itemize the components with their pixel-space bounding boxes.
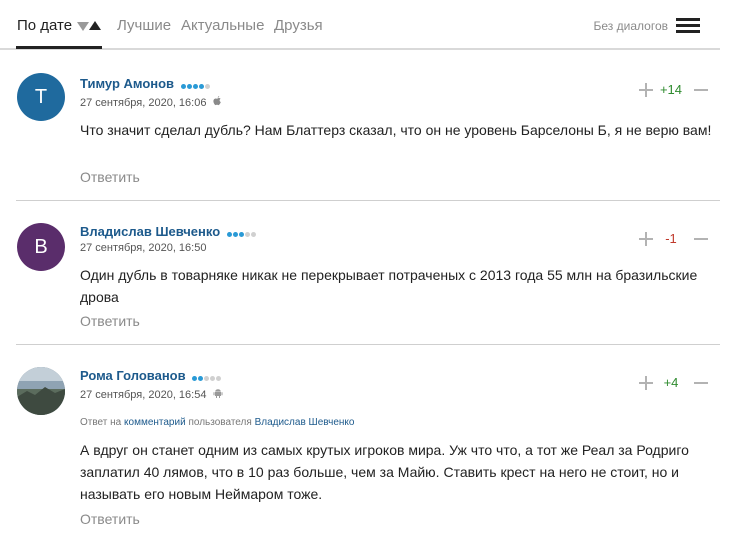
comment-divider [16,200,720,201]
tab-friends[interactable]: Друзья [274,17,323,34]
author-name[interactable]: Рома Голованов [80,368,186,383]
reply-button[interactable]: Ответить [80,313,140,329]
tab-best[interactable]: Лучшие [117,17,171,34]
avatar[interactable]: В [17,223,65,271]
user-rating-dots [192,369,222,384]
sort-direction-icon[interactable] [77,21,103,33]
reply-to-comment-link[interactable]: комментарий [124,417,186,428]
upvote-plus-icon[interactable] [639,232,653,246]
user-rating-dots [226,225,257,240]
reply-to-prefix: Ответ на [80,417,122,428]
vote-score: +14 [659,82,683,97]
reply-button[interactable]: Ответить [80,511,140,527]
comment-date: 27 сентября, 2020, 16:54 [80,388,223,401]
reply-to-user-link[interactable]: Владислав Шевченко [255,417,355,428]
comments-sort-tabs: По дате Лучшие Актуальные Друзья Без диа… [0,0,720,50]
comment-text: Один дубль в товарняке никак не перекрыв… [80,267,698,305]
avatar-letter: В [34,235,48,258]
no-dialogs-toggle[interactable]: Без диалогов [594,19,668,33]
vote-score: -1 [665,231,677,246]
comment-date: 27 сентября, 2020, 16:06 [80,96,222,109]
comment-divider [16,344,720,345]
downvote-minus-icon[interactable] [694,83,708,97]
comment-date: 27 сентября, 2020, 16:50 [80,242,206,254]
date-text: 27 сентября, 2020, 16:54 [80,389,207,401]
reply-to-middle: пользователя [188,417,252,428]
tab-actual[interactable]: Актуальные [181,17,264,34]
comment-text: Что значит сделал дубль? Нам Блаттерз ск… [80,122,712,138]
user-rating-dots [180,77,211,92]
comment-author[interactable]: Тимур Амонов [80,76,211,92]
upvote-plus-icon[interactable] [639,83,653,97]
comment-text: А вдруг он станет одним из самых крутых … [80,442,689,502]
date-text: 27 сентября, 2020, 16:06 [80,97,207,109]
upvote-plus-icon[interactable] [639,376,653,390]
avatar-photo [17,367,65,415]
active-tab-indicator [16,46,102,49]
avatar[interactable]: Т [17,73,65,121]
tab-by-date[interactable]: По дате [17,17,72,34]
comment-author[interactable]: Владислав Шевченко [80,224,257,240]
author-name[interactable]: Тимур Амонов [80,76,174,91]
avatar[interactable] [17,367,65,415]
reply-button[interactable]: Ответить [80,169,140,185]
downvote-minus-icon[interactable] [694,376,708,390]
author-name[interactable]: Владислав Шевченко [80,224,220,239]
apple-icon [212,96,222,109]
comment-author[interactable]: Рома Голованов [80,368,222,384]
android-icon [213,388,223,401]
avatar-letter: Т [34,85,48,108]
menu-icon[interactable] [676,18,700,34]
reply-to-info: Ответ на комментарий пользователя Владис… [80,417,354,428]
vote-score: +4 [663,375,679,390]
date-text: 27 сентября, 2020, 16:50 [80,242,207,254]
downvote-minus-icon[interactable] [694,232,708,246]
